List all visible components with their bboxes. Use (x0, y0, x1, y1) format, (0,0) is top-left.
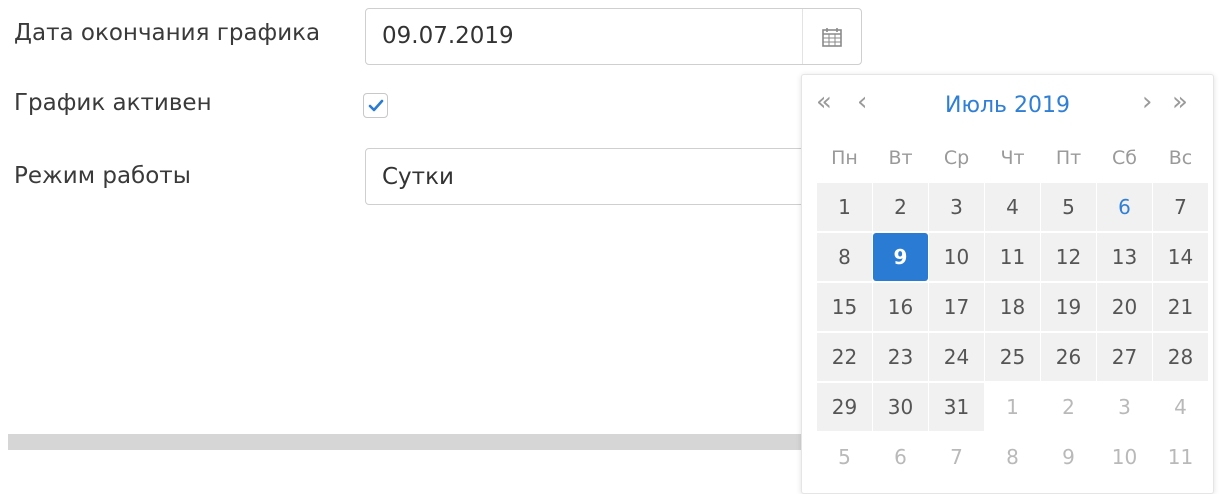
datepicker-popup: « ‹ Июль 2019 › » Пн Вт Ср Чт Пт Сб Вс 1… (801, 74, 1214, 494)
day-cell[interactable]: 13 (1097, 233, 1152, 281)
day-cell[interactable]: 6 (873, 433, 928, 481)
day-cell[interactable]: 10 (929, 233, 984, 281)
next-month-button[interactable]: › (1142, 89, 1152, 115)
day-cell[interactable]: 19 (1041, 283, 1096, 331)
day-cell[interactable]: 7 (929, 433, 984, 481)
bottom-divider (8, 434, 808, 450)
day-cell[interactable]: 24 (929, 333, 984, 381)
day-cell[interactable]: 8 (817, 233, 872, 281)
day-cell[interactable]: 22 (817, 333, 872, 381)
mode-select[interactable]: Сутки (365, 148, 835, 205)
day-cell[interactable]: 5 (1041, 183, 1096, 231)
day-cell[interactable]: 23 (873, 333, 928, 381)
day-cell[interactable]: 15 (817, 283, 872, 331)
day-cell[interactable]: 3 (929, 183, 984, 231)
datepicker-header: « ‹ Июль 2019 › » (802, 75, 1213, 139)
weekday-label: Вт (888, 147, 913, 169)
day-cell[interactable]: 26 (1041, 333, 1096, 381)
weekday-label: Вс (1168, 147, 1193, 169)
day-cell[interactable]: 31 (929, 383, 984, 431)
day-cell[interactable]: 18 (985, 283, 1040, 331)
calendar-button[interactable] (802, 9, 861, 64)
day-cell[interactable]: 29 (817, 383, 872, 431)
day-cell[interactable]: 30 (873, 383, 928, 431)
day-cell-selected[interactable]: 9 (873, 233, 928, 281)
day-cell[interactable]: 27 (1097, 333, 1152, 381)
day-cell[interactable]: 16 (873, 283, 928, 331)
day-cell[interactable]: 5 (817, 433, 872, 481)
day-cell[interactable]: 1 (817, 183, 872, 231)
checkmark-icon (368, 99, 383, 111)
end-date-value[interactable]: 09.07.2019 (382, 23, 514, 49)
day-cell[interactable]: 2 (1041, 383, 1096, 431)
weekday-label: Сб (1112, 147, 1137, 169)
weekday-label: Ср (943, 147, 970, 169)
day-cell[interactable]: 3 (1097, 383, 1152, 431)
mode-value[interactable]: Сутки (382, 164, 454, 190)
days-grid: 1 2 3 4 5 6 7 8 9 10 11 12 13 14 15 16 17 18 19 20 21 22 23 24 2… (817, 183, 1208, 481)
day-cell[interactable]: 21 (1153, 283, 1208, 331)
day-cell[interactable]: 4 (1153, 383, 1208, 431)
weekday-header: Пн Вт Ср Чт Пт Сб Вс (817, 147, 1208, 169)
active-label: График активен (14, 90, 212, 116)
day-cell[interactable]: 17 (929, 283, 984, 331)
day-cell[interactable]: 12 (1041, 233, 1096, 281)
day-cell[interactable]: 7 (1153, 183, 1208, 231)
next-year-button[interactable]: » (1172, 89, 1188, 115)
day-cell[interactable]: 2 (873, 183, 928, 231)
day-cell[interactable]: 20 (1097, 283, 1152, 331)
day-cell[interactable]: 25 (985, 333, 1040, 381)
day-cell[interactable]: 14 (1153, 233, 1208, 281)
day-cell[interactable]: 11 (1153, 433, 1208, 481)
day-cell[interactable]: 28 (1153, 333, 1208, 381)
weekday-label: Чт (1000, 147, 1025, 169)
end-date-field[interactable]: 09.07.2019 (365, 8, 862, 65)
day-cell[interactable]: 10 (1097, 433, 1152, 481)
day-cell[interactable]: 1 (985, 383, 1040, 431)
day-cell[interactable]: 11 (985, 233, 1040, 281)
day-cell[interactable]: 8 (985, 433, 1040, 481)
weekday-label: Пт (1055, 147, 1082, 169)
mode-label: Режим работы (14, 163, 191, 189)
end-date-label: Дата окончания графика (14, 20, 321, 46)
day-cell[interactable]: 6 (1097, 183, 1152, 231)
day-cell[interactable]: 9 (1041, 433, 1096, 481)
active-checkbox[interactable] (363, 93, 388, 118)
weekday-label: Пн (831, 147, 858, 169)
calendar-icon (822, 27, 842, 47)
day-cell[interactable]: 4 (985, 183, 1040, 231)
